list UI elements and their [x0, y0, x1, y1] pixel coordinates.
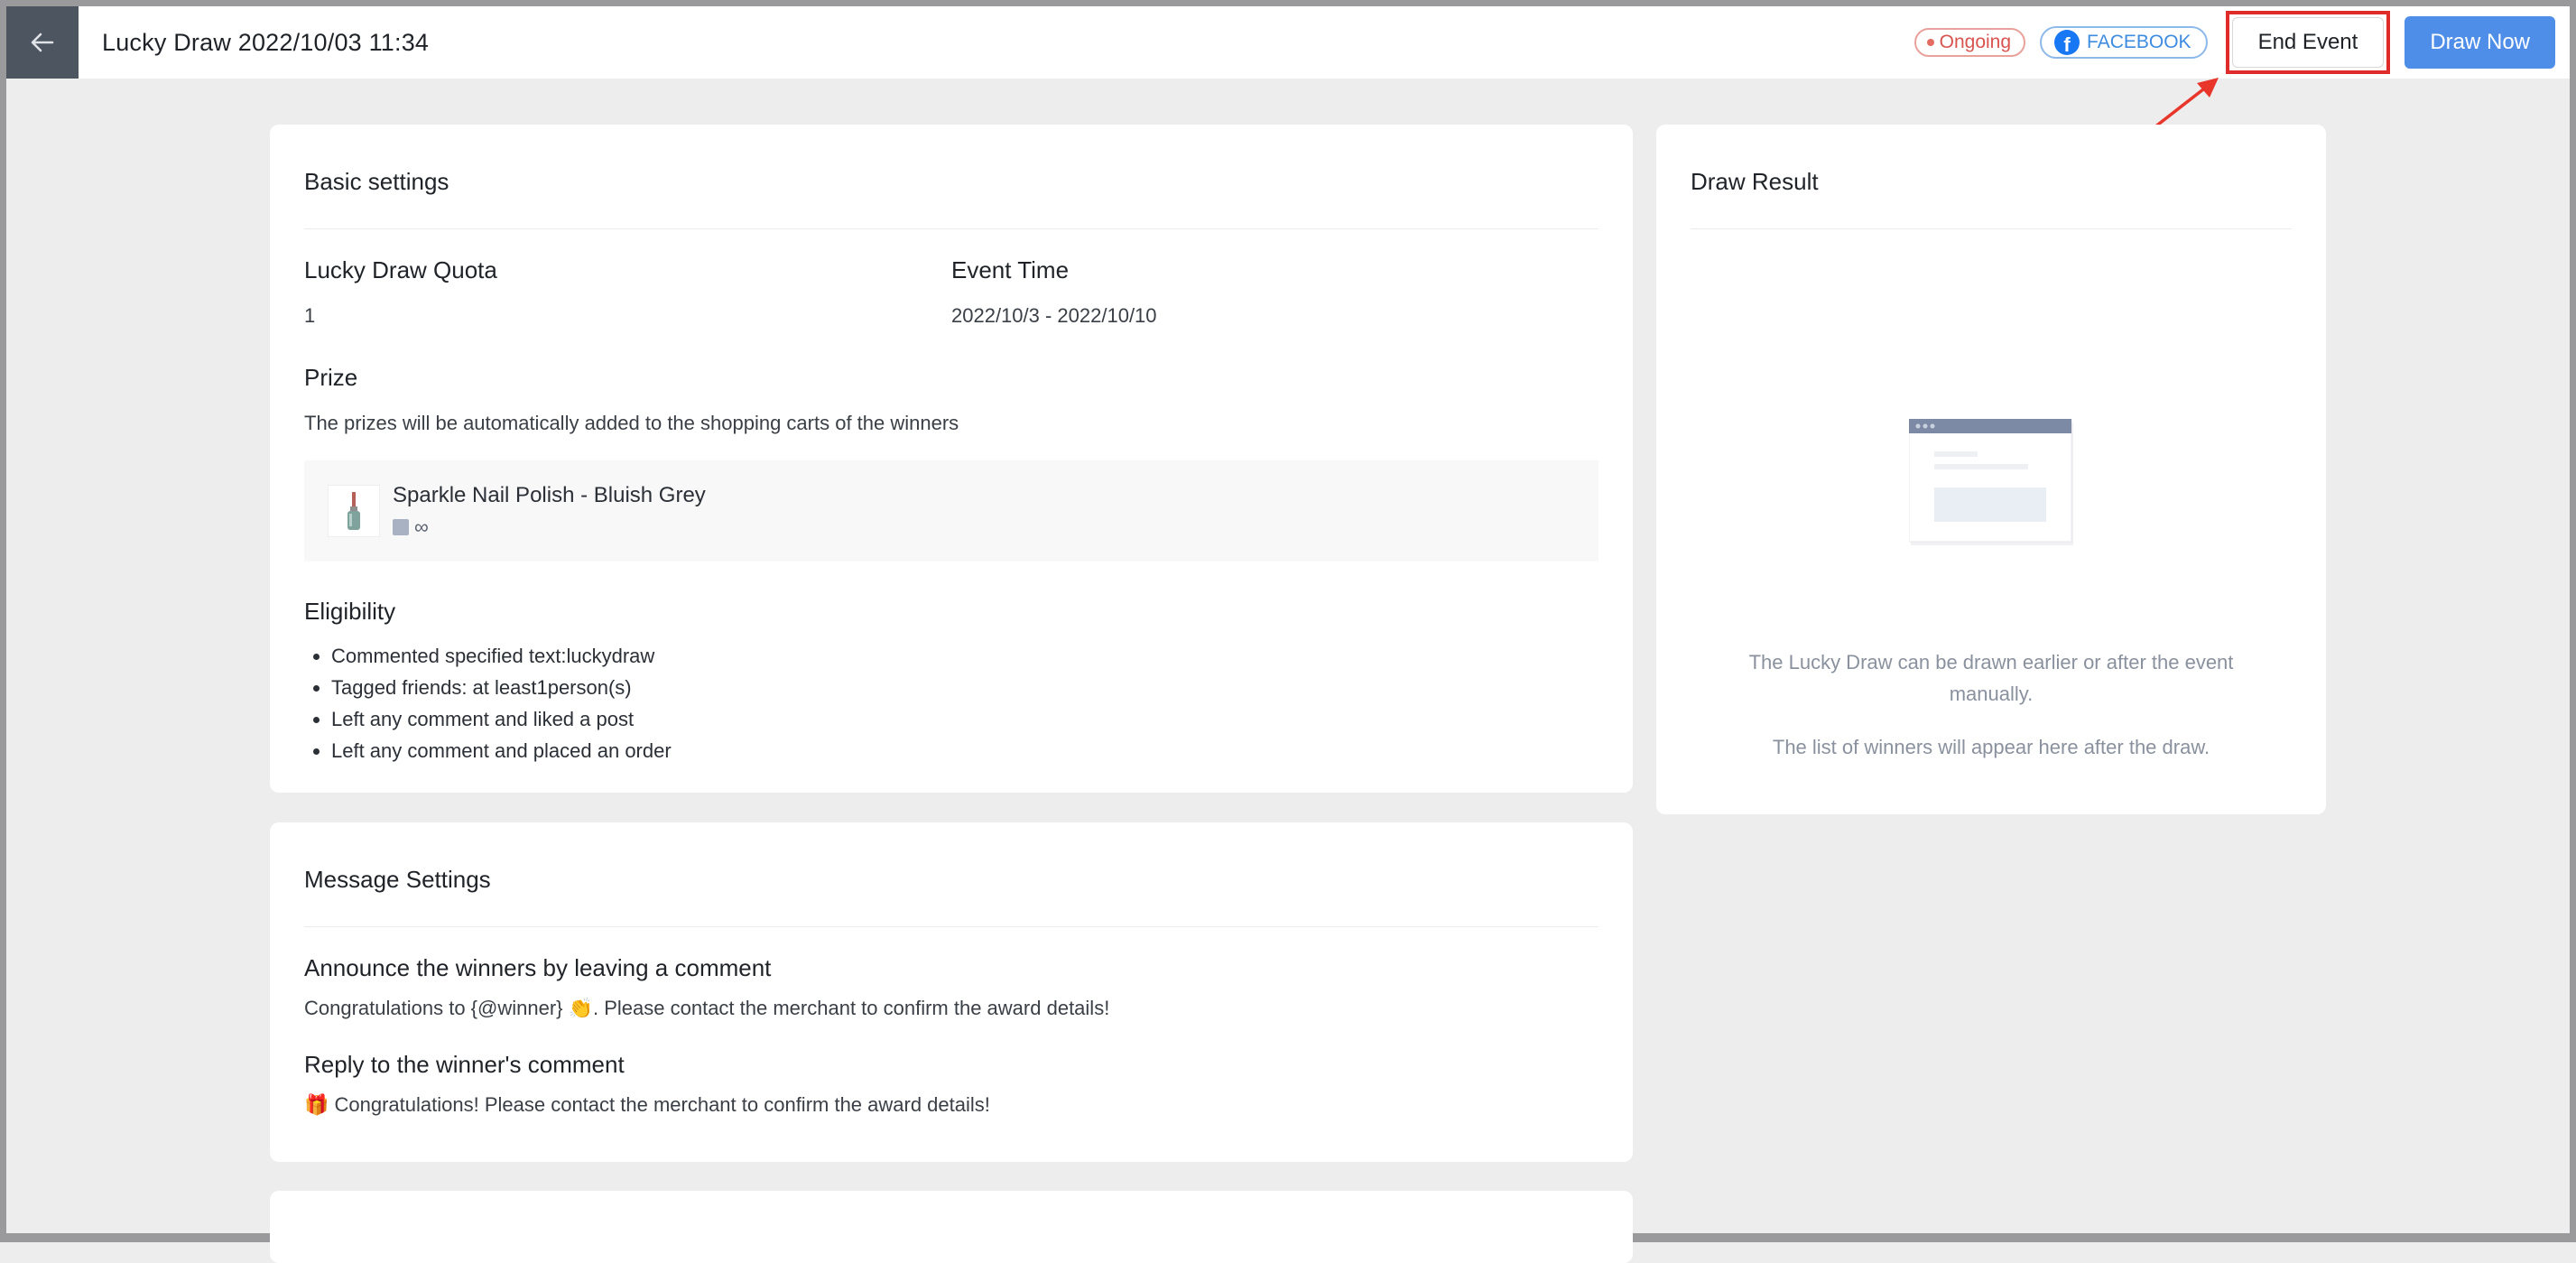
- prize-item: Sparkle Nail Polish - Bluish Grey ∞: [304, 460, 1598, 562]
- announce-label: Announce the winners by leaving a commen…: [304, 954, 772, 981]
- prize-stock-value: ∞: [414, 515, 429, 538]
- nail-polish-icon: [347, 492, 360, 530]
- message-settings-card: Message Settings Announce the winners by…: [270, 822, 1633, 1162]
- event-time-field: Event Time 2022/10/3 - 2022/10/10: [951, 256, 1598, 328]
- arrow-left-icon: [31, 33, 54, 52]
- reply-text: 🎁 Congratulations! Please contact the me…: [304, 1093, 990, 1116]
- prize-note: The prizes will be automatically added t…: [304, 412, 959, 434]
- prize-name: Sparkle Nail Polish - Bluish Grey: [393, 483, 706, 507]
- prize-label: Prize: [304, 364, 358, 391]
- basic-settings-card: Basic settings Lucky Draw Quota 1 Event …: [270, 125, 1633, 793]
- list-item: Commented specified text:luckydraw: [331, 640, 1598, 672]
- reply-block: Reply to the winner's comment 🎁 Congratu…: [304, 1051, 1598, 1117]
- page-title: Lucky Draw 2022/10/03 11:34: [102, 28, 430, 56]
- back-button[interactable]: [6, 6, 79, 79]
- facebook-icon: f: [2054, 30, 2080, 55]
- end-event-button[interactable]: End Event: [2231, 17, 2385, 68]
- window-left-edge: [0, 0, 6, 1242]
- eligibility-label: Eligibility: [304, 598, 396, 625]
- prize-stock: ∞: [393, 515, 706, 539]
- quota-field: Lucky Draw Quota 1: [304, 256, 951, 328]
- stock-box-icon: [393, 519, 409, 535]
- announce-text: Congratulations to {@winner} 👏. Please c…: [304, 997, 1110, 1019]
- list-item: Tagged friends: at least1person(s): [331, 672, 1598, 703]
- platform-badge: f FACEBOOK: [2040, 26, 2208, 59]
- list-item: Left any comment and liked a post: [331, 703, 1598, 735]
- page-header: Lucky Draw 2022/10/03 11:34 Ongoing f FA…: [6, 6, 2570, 79]
- header-actions: Ongoing f FACEBOOK End Event Draw Now: [1913, 6, 2555, 79]
- window-top-edge: [0, 0, 2576, 6]
- product-thumbnail: [328, 485, 380, 537]
- platform-text: FACEBOOK: [2087, 32, 2191, 52]
- status-text: Ongoing: [1939, 32, 2012, 52]
- quota-time-row: Lucky Draw Quota 1 Event Time 2022/10/3 …: [304, 256, 1598, 328]
- draw-result-title: Draw Result: [1691, 125, 2292, 229]
- draw-now-button[interactable]: Draw Now: [2405, 16, 2555, 69]
- event-time-label: Event Time: [951, 256, 1070, 283]
- prize-info: Sparkle Nail Polish - Bluish Grey ∞: [393, 483, 706, 539]
- list-item: Left any comment and placed an order: [331, 735, 1598, 766]
- next-settings-card: [270, 1191, 1633, 1263]
- quota-label: Lucky Draw Quota: [304, 256, 497, 283]
- end-event-highlight: End Event: [2225, 11, 2391, 74]
- empty-state-message: The Lucky Draw can be drawn earlier or a…: [1748, 651, 2234, 705]
- window-right-edge: [2570, 0, 2576, 1242]
- event-time-value: 2022/10/3 - 2022/10/10: [951, 304, 1157, 327]
- status-dot-icon: [1926, 39, 1934, 46]
- quota-value: 1: [304, 304, 316, 327]
- eligibility-list: Commented specified text:luckydraw Tagge…: [304, 640, 1598, 766]
- empty-state-hint: The list of winners will appear here aft…: [1772, 736, 2210, 758]
- draw-result-card: Draw Result The Lucky Draw can be drawn …: [1656, 125, 2326, 814]
- message-settings-title: Message Settings: [304, 822, 1598, 927]
- announce-block: Announce the winners by leaving a commen…: [304, 954, 1598, 1020]
- status-badge: Ongoing: [1913, 28, 2026, 57]
- reply-label: Reply to the winner's comment: [304, 1051, 625, 1078]
- basic-settings-title: Basic settings: [304, 125, 1598, 229]
- empty-state-icon: [1909, 419, 2073, 545]
